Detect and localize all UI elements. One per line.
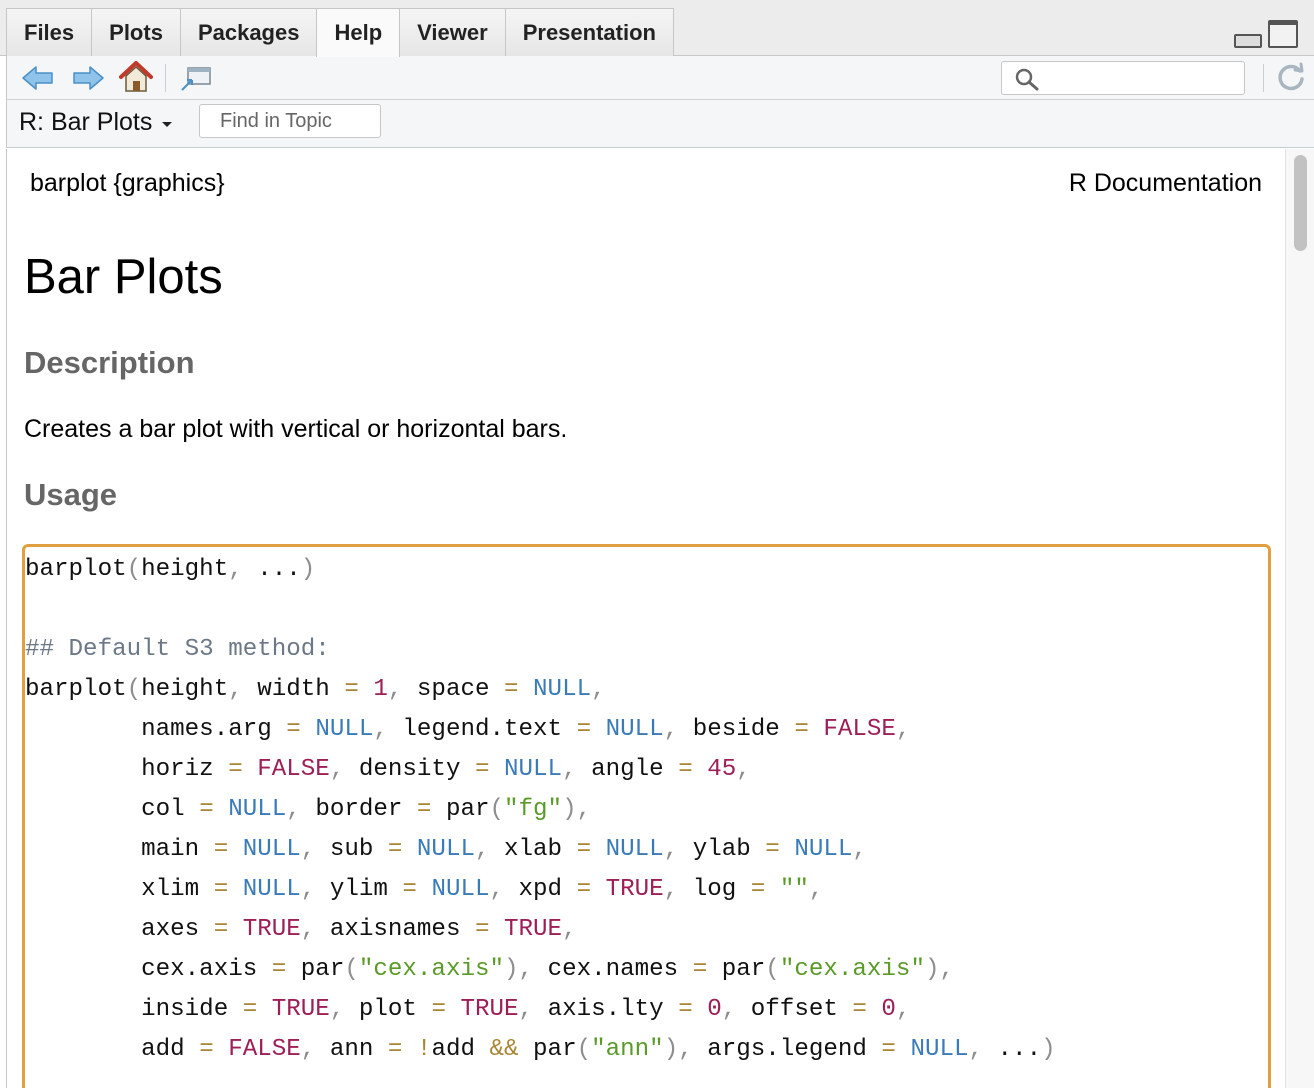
tab-files[interactable]: Files <box>6 8 93 56</box>
toolbar-separator <box>165 64 166 92</box>
tab-viewer[interactable]: Viewer <box>399 8 506 56</box>
home-icon[interactable] <box>117 60 155 99</box>
code-line: ## Default S3 method: <box>25 636 330 663</box>
code-line: add = FALSE, ann = !add && par("ann"), a… <box>141 1036 1056 1063</box>
search-icon <box>1014 67 1040 96</box>
code-line: horiz = FALSE, density = NULL, angle = 4… <box>141 756 751 783</box>
maximize-pane-button[interactable] <box>1268 20 1298 48</box>
tab-packages[interactable]: Packages <box>179 8 318 56</box>
back-arrow-icon[interactable] <box>21 63 55 98</box>
usage-heading: Usage <box>24 477 118 512</box>
toolbar-separator <box>1263 64 1264 92</box>
help-search-box[interactable] <box>1001 61 1245 95</box>
code-line: barplot(height, ...) <box>25 556 316 583</box>
code-line: main = NULL, sub = NULL, xlab = NULL, yl… <box>141 836 867 863</box>
code-line: inside = TRUE, plot = TRUE, axis.lty = 0… <box>141 996 911 1023</box>
page-title: Bar Plots <box>24 250 223 304</box>
help-content: barplot {graphics} R Documentation Bar P… <box>6 149 1314 1088</box>
find-in-topic-input[interactable] <box>199 104 381 138</box>
forward-arrow-icon[interactable] <box>71 63 105 98</box>
code-line: names.arg = NULL, legend.text = NULL, be… <box>141 716 911 743</box>
code-line: xlim = NULL, ylim = NULL, xpd = TRUE, lo… <box>141 876 824 903</box>
package-label: barplot {graphics} <box>30 169 225 197</box>
vertical-scrollbar[interactable] <box>1285 149 1314 1088</box>
topic-bar: R: Bar Plots <box>6 100 1314 148</box>
tab-help[interactable]: Help <box>316 8 401 57</box>
scrollbar-thumb[interactable] <box>1294 155 1307 251</box>
code-line: col = NULL, border = par("fg"), <box>141 796 592 823</box>
code-line: axes = TRUE, axisnames = TRUE, <box>141 916 577 943</box>
topic-dropdown[interactable]: R: Bar Plots <box>19 108 173 137</box>
doc-header: barplot {graphics} R Documentation <box>30 169 1262 198</box>
description-text: Creates a bar plot with vertical or hori… <box>24 415 568 443</box>
pane-tabs: Files Plots Packages Help Viewer Present… <box>6 8 674 57</box>
usage-code: barplot(height, ...) ## Default S3 metho… <box>25 550 1056 1070</box>
doc-source-label: R Documentation <box>1068 169 1262 197</box>
code-line: cex.axis = par("cex.axis"), cex.names = … <box>141 956 954 983</box>
help-toolbar <box>6 56 1314 100</box>
topic-title-label: R: Bar Plots <box>19 108 153 136</box>
pane-tab-bar: Files Plots Packages Help Viewer Present… <box>0 0 1314 57</box>
popout-window-icon[interactable] <box>179 65 213 98</box>
usage-code-block[interactable]: barplot(height, ...) ## Default S3 metho… <box>22 544 1271 1088</box>
tab-presentation[interactable]: Presentation <box>504 8 674 56</box>
description-heading: Description <box>24 345 195 380</box>
minimize-pane-button[interactable] <box>1234 34 1262 48</box>
code-line: barplot(height, width = 1, space = NULL, <box>25 676 606 703</box>
pane-window-controls <box>1234 20 1298 48</box>
chevron-down-icon <box>162 122 173 127</box>
help-search-input[interactable] <box>1046 66 1236 90</box>
tab-plots[interactable]: Plots <box>91 8 181 56</box>
refresh-icon[interactable] <box>1275 61 1307 98</box>
